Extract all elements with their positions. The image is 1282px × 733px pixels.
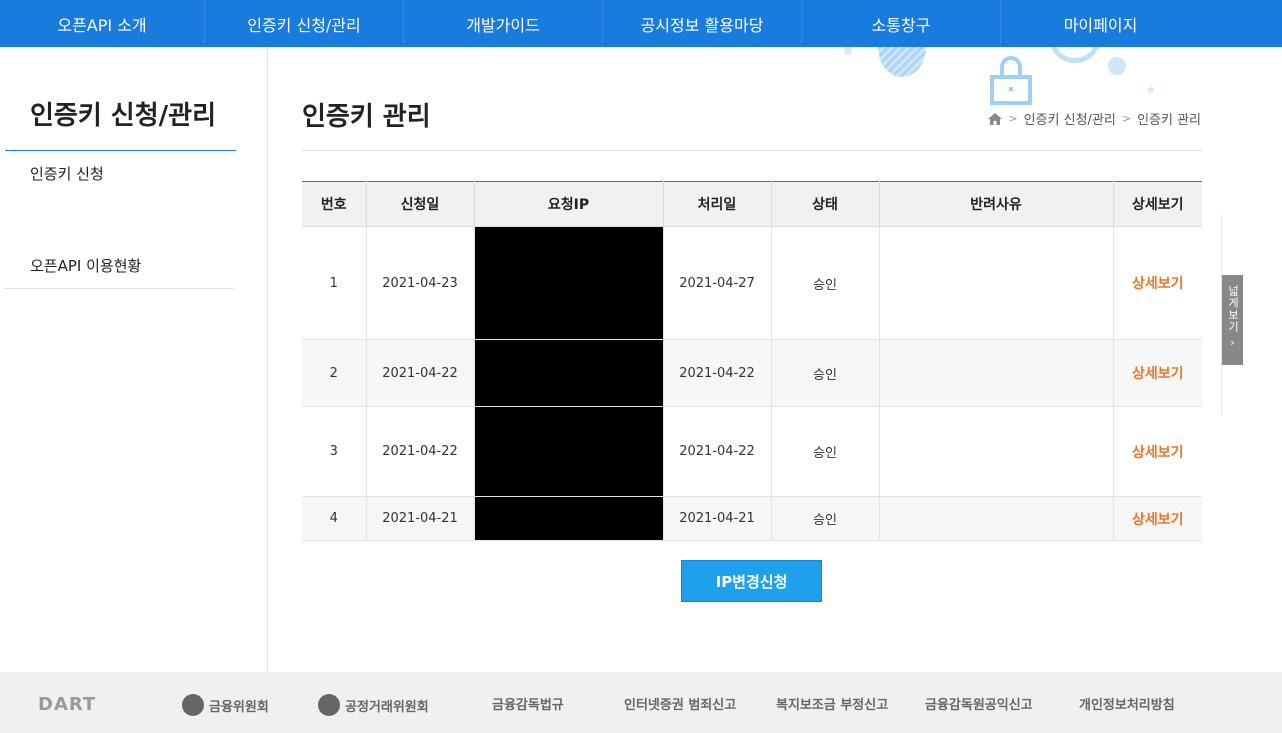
cell-process-date: 2021-04-22 [662, 406, 771, 497]
cell-no: 3 [302, 406, 366, 497]
table-row: 4 2021-04-21 2021-04-21 승인 상세보기 [302, 496, 1202, 541]
dart-logo[interactable]: DART [38, 694, 96, 715]
sidebar-title: 인증키 신청/관리 [30, 101, 216, 131]
table-row: 3 2021-04-22 2021-04-22 승인 상세보기 [302, 406, 1202, 497]
column-header-detail: 상세보기 [1112, 181, 1202, 227]
cell-status: 승인 [770, 496, 879, 541]
footer-link-whistleblow[interactable]: 금융감독원공익신고 [925, 694, 1033, 713]
column-header-request-ip: 요청IP [473, 181, 663, 227]
footer: DART 금융위원회 공정거래위원회 금융감독법규 인터넷증권 범죄신고 복지보… [0, 672, 1282, 733]
cell-request-ip-redacted [473, 406, 663, 497]
cell-apply-date: 2021-04-22 [365, 339, 474, 407]
table-row: 1 2021-04-23 2021-04-27 승인 상세보기 [302, 226, 1202, 340]
dart-logo-text: DART [38, 694, 97, 715]
cell-reject-reason [878, 226, 1113, 340]
cell-detail: 상세보기 [1112, 406, 1202, 497]
detail-link[interactable]: 상세보기 [1132, 445, 1184, 461]
government-emblem-icon [318, 694, 340, 716]
cell-no: 2 [302, 339, 366, 407]
cell-reject-reason [878, 406, 1113, 497]
cell-reject-reason [878, 339, 1113, 407]
sidebar: 인증키 신청/관리 인증키 신청 인증키 관리 오픈API 이용현황 [0, 47, 268, 672]
sidebar-item-key-manage[interactable]: 인증키 관리 [4, 197, 234, 242]
auth-key-table: 번호 신청일 요청IP 처리일 상태 반려사유 상세보기 1 2021-04-2… [302, 181, 1202, 541]
ip-change-request-button[interactable]: IP변경신청 [681, 560, 822, 602]
wide-view-tab[interactable]: 넓게보기 › [1222, 275, 1243, 365]
wide-view-label: 넓게보기 [1226, 285, 1240, 333]
sidebar-item-label: 인증키 관리 [28, 211, 103, 229]
cell-apply-date: 2021-04-22 [365, 406, 474, 497]
table-header-row: 번호 신청일 요청IP 처리일 상태 반려사유 상세보기 [302, 181, 1202, 227]
home-icon[interactable] [988, 112, 1003, 125]
lock-icon [990, 56, 1032, 105]
cell-detail: 상세보기 [1112, 339, 1202, 407]
cell-no: 1 [302, 226, 366, 340]
cell-detail: 상세보기 [1112, 496, 1202, 541]
chevron-right-icon: > [1008, 112, 1018, 125]
nav-item-dev-guide[interactable]: 개발가이드 [404, 0, 603, 47]
nav-item-communication[interactable]: 소통창구 [802, 0, 1001, 47]
breadcrumb-item[interactable]: 인증키 신청/관리 [1024, 109, 1116, 128]
cell-apply-date: 2021-04-23 [365, 226, 474, 340]
chevron-right-icon: › [1230, 336, 1235, 349]
cell-reject-reason [878, 496, 1113, 541]
column-header-no: 번호 [302, 181, 366, 227]
cell-request-ip-redacted [473, 496, 663, 541]
sidebar-item-key-apply[interactable]: 인증키 신청 [4, 151, 234, 196]
footer-link-securities-crime[interactable]: 인터넷증권 범죄신고 [624, 694, 736, 713]
detail-link[interactable]: 상세보기 [1132, 512, 1184, 528]
column-header-apply-date: 신청일 [365, 181, 474, 227]
footer-link-welfare-fraud[interactable]: 복지보조금 부정신고 [776, 694, 888, 713]
cell-detail: 상세보기 [1112, 226, 1202, 340]
cell-request-ip-redacted [473, 226, 663, 340]
footer-link-label: 개인정보처리방침 [1079, 698, 1175, 713]
sidebar-item-api-usage[interactable]: 오픈API 이용현황 [4, 242, 234, 289]
footer-link-label: 금융감독원공익신고 [925, 698, 1033, 713]
cell-status: 승인 [770, 226, 879, 340]
footer-link-ftc[interactable]: 공정거래위원회 [318, 694, 429, 716]
footer-link-label: 금융위원회 [209, 699, 269, 715]
header-decoration [840, 47, 1170, 117]
table-row: 2 2021-04-22 2021-04-22 승인 상세보기 [302, 339, 1202, 407]
nav-item-mypage[interactable]: 마이페이지 [1001, 0, 1200, 47]
detail-link[interactable]: 상세보기 [1132, 276, 1184, 292]
cell-process-date: 2021-04-21 [662, 496, 771, 541]
footer-link-fsc[interactable]: 금융위원회 [182, 694, 269, 716]
footer-link-label: 인터넷증권 범죄신고 [624, 698, 737, 713]
cell-status: 승인 [770, 406, 879, 497]
cell-apply-date: 2021-04-21 [365, 496, 474, 541]
sidebar-item-label: 오픈API 이용현황 [30, 256, 142, 275]
cell-process-date: 2021-04-22 [662, 339, 771, 407]
cell-no: 4 [302, 496, 366, 541]
footer-link-label: 금융감독법규 [492, 698, 564, 713]
footer-link-label: 공정거래위원회 [345, 699, 429, 715]
breadcrumb: > 인증키 신청/관리 > 인증키 관리 [988, 109, 1201, 128]
nav-item-openapi-intro[interactable]: 오픈API 소개 [0, 0, 205, 47]
global-nav: 오픈API 소개 인증키 신청/관리 개발가이드 공시정보 활용마당 소통창구 … [0, 0, 1282, 47]
column-header-status: 상태 [770, 181, 879, 227]
detail-link[interactable]: 상세보기 [1132, 366, 1184, 382]
column-header-reject-reason: 반려사유 [878, 181, 1113, 227]
column-header-process-date: 처리일 [662, 181, 771, 227]
footer-link-label: 복지보조금 부정신고 [776, 698, 889, 713]
nav-item-auth-key[interactable]: 인증키 신청/관리 [205, 0, 404, 47]
footer-link-regulations[interactable]: 금융감독법규 [492, 694, 564, 713]
breadcrumb-item-current[interactable]: 인증키 관리 [1137, 109, 1201, 128]
chevron-right-icon: > [1121, 112, 1132, 125]
title-divider [302, 150, 1202, 151]
cell-request-ip-redacted [473, 339, 663, 407]
cell-process-date: 2021-04-27 [662, 226, 771, 340]
page-title: 인증키 관리 [302, 102, 431, 132]
footer-link-privacy[interactable]: 개인정보처리방침 [1079, 694, 1175, 713]
nav-item-disclosure[interactable]: 공시정보 활용마당 [603, 0, 802, 47]
government-emblem-icon [182, 694, 204, 716]
sidebar-item-label: 인증키 신청 [30, 165, 104, 183]
cell-status: 승인 [770, 339, 879, 407]
